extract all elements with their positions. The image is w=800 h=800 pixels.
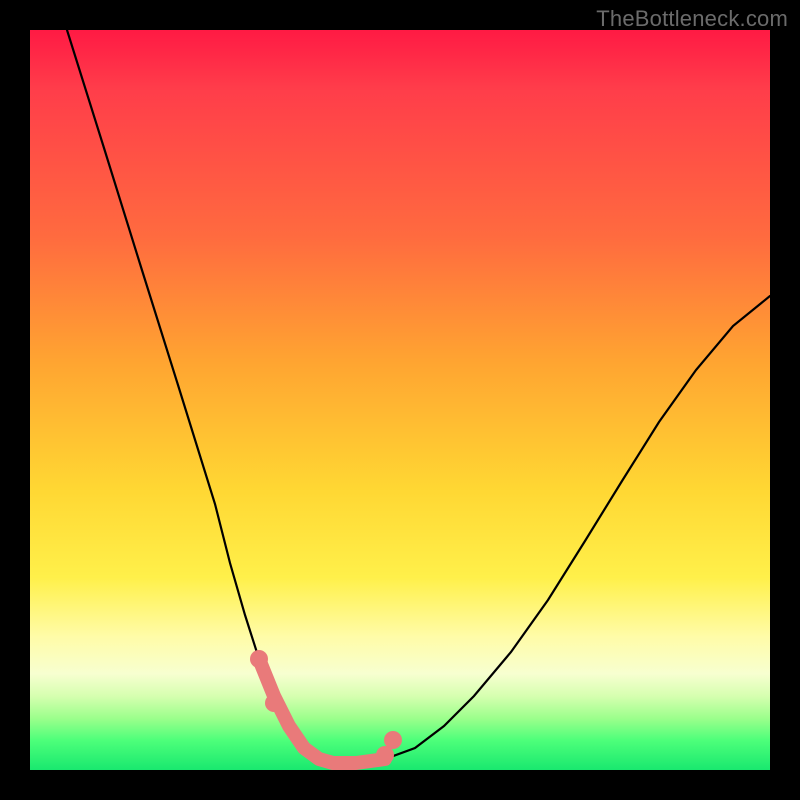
curve-svg (30, 30, 770, 770)
highlight-dot (384, 731, 402, 749)
chart-frame: TheBottleneck.com (0, 0, 800, 800)
highlight-dot (265, 694, 283, 712)
highlight-dot (250, 650, 268, 668)
watermark-text: TheBottleneck.com (596, 6, 788, 32)
plot-area (30, 30, 770, 770)
bottleneck-curve (67, 30, 770, 763)
